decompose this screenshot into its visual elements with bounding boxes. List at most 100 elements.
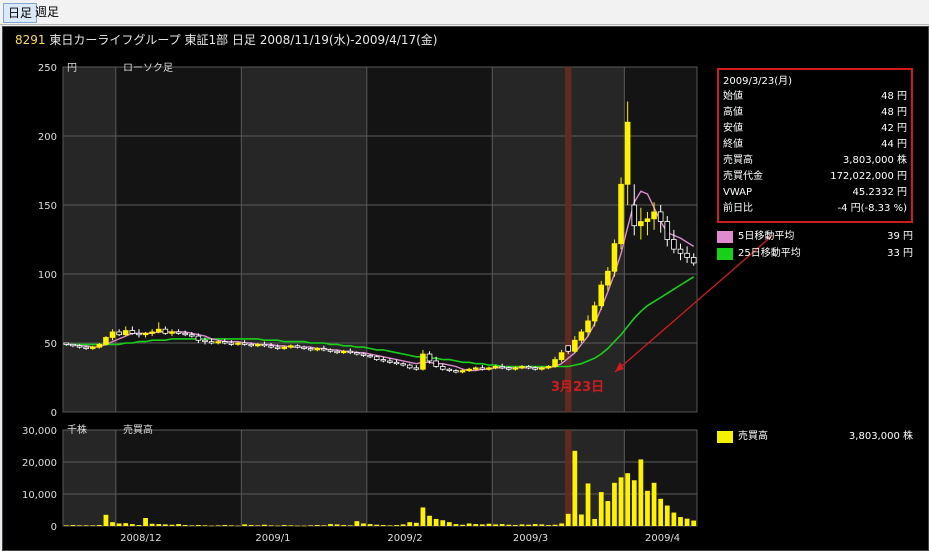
info-date: 2009/3/23(月) — [723, 76, 793, 87]
info-label: 前日比 — [723, 203, 753, 214]
volume-bar — [513, 525, 518, 526]
volume-bar — [645, 490, 650, 526]
volume-bar — [479, 524, 485, 526]
volume-bar — [440, 520, 446, 526]
candle-body — [558, 352, 565, 360]
volume-bar — [460, 524, 465, 526]
candle-body — [486, 367, 492, 370]
info-label: 売買代金 — [723, 171, 763, 182]
info-value: 42 円 — [881, 123, 907, 134]
volume-bar — [473, 524, 479, 526]
volume-bar — [169, 524, 175, 526]
candle-body — [149, 331, 155, 334]
candle-body — [314, 348, 321, 351]
volume-bar — [334, 524, 340, 526]
volume-bar — [242, 524, 247, 526]
volume-bar — [90, 525, 96, 526]
candle-body — [684, 252, 690, 258]
price-tick-label: 100 — [38, 270, 57, 281]
candle-body — [591, 305, 598, 322]
price-tick-label: 0 — [51, 408, 57, 419]
candle-body — [360, 353, 367, 356]
price-tick-label: 150 — [38, 201, 57, 212]
legend-label: 25日移動平均 — [738, 248, 801, 259]
volume-bar — [162, 524, 168, 526]
volume-bar — [413, 522, 419, 526]
volume-bar — [506, 524, 512, 526]
candle-body — [182, 332, 188, 336]
candle-body — [195, 335, 202, 341]
volume-bar — [552, 524, 558, 526]
x-tick-label: 2008/12 — [120, 533, 162, 544]
volume-panel-label: 売買高 — [123, 423, 153, 436]
volume-bar — [579, 514, 584, 526]
volume-bar — [618, 477, 624, 526]
candle-body — [406, 364, 413, 369]
volume-bar — [341, 525, 347, 526]
volume-bar — [229, 525, 234, 526]
volume-bar — [361, 523, 366, 526]
x-tick-label: 2009/3 — [513, 533, 548, 544]
legend-volume: 売買高 3,803,000 株 — [717, 429, 913, 445]
candle-body — [215, 341, 221, 344]
candle-body — [142, 332, 149, 336]
candle-body — [690, 257, 697, 264]
volume-bar — [585, 483, 591, 526]
volume-bar — [288, 525, 294, 526]
candle-body — [638, 221, 644, 227]
candle-body — [109, 331, 116, 338]
legend-label: 売買高 — [738, 431, 768, 442]
info-row-change: 前日比 -4 円(-8.33 %) — [723, 201, 907, 217]
month-band — [115, 430, 242, 526]
candle-body — [70, 343, 76, 347]
volume-bar — [255, 525, 261, 526]
candle-body — [624, 121, 631, 185]
info-label: 高値 — [723, 107, 743, 118]
price-tick-label: 50 — [44, 339, 57, 350]
candle-body — [585, 320, 591, 333]
volume-bar — [129, 524, 135, 526]
volume-bar — [565, 513, 571, 526]
volume-bar — [189, 525, 195, 526]
volume-bar — [691, 520, 697, 526]
candle-body — [347, 350, 354, 354]
volume-bar — [103, 514, 109, 526]
month-band — [492, 67, 625, 412]
info-row-high: 高値 48 円 — [723, 105, 907, 121]
volume-bar — [314, 525, 320, 526]
info-label: VWAP — [723, 187, 753, 198]
volume-bar — [433, 518, 439, 526]
candle-body — [519, 366, 525, 369]
candle-body — [235, 342, 241, 345]
tab-weekly[interactable]: 週足 — [31, 3, 63, 21]
info-row-open: 始値 48 円 — [723, 89, 907, 105]
legend-swatch-ma5 — [717, 231, 733, 243]
candle-body — [572, 339, 578, 352]
x-tick-label: 2009/1 — [255, 533, 290, 544]
candle-body — [499, 366, 505, 369]
candle-body — [439, 366, 446, 370]
volume-bar — [658, 498, 664, 526]
volume-bar — [427, 515, 432, 526]
volume-bar — [671, 512, 677, 526]
candle-body — [321, 348, 327, 351]
volume-bar — [275, 525, 281, 527]
candle-body — [175, 331, 182, 334]
month-band — [624, 67, 697, 412]
volume-bar — [532, 524, 538, 526]
volume-bar — [493, 524, 498, 526]
candle-body — [288, 345, 294, 348]
volume-bar — [96, 525, 102, 526]
candle-body — [472, 367, 479, 370]
volume-bar — [380, 525, 386, 526]
volume-bar — [281, 525, 287, 526]
legend-label: 5日移動平均 — [738, 231, 795, 242]
candle-body — [387, 360, 393, 363]
candle-body — [565, 345, 571, 352]
legend-swatch-volume — [717, 431, 733, 443]
candle-body — [426, 353, 433, 362]
candle-body — [413, 367, 420, 370]
month-band — [63, 430, 116, 526]
price-unit-label: 円 — [67, 63, 77, 74]
candle-body — [89, 346, 96, 349]
